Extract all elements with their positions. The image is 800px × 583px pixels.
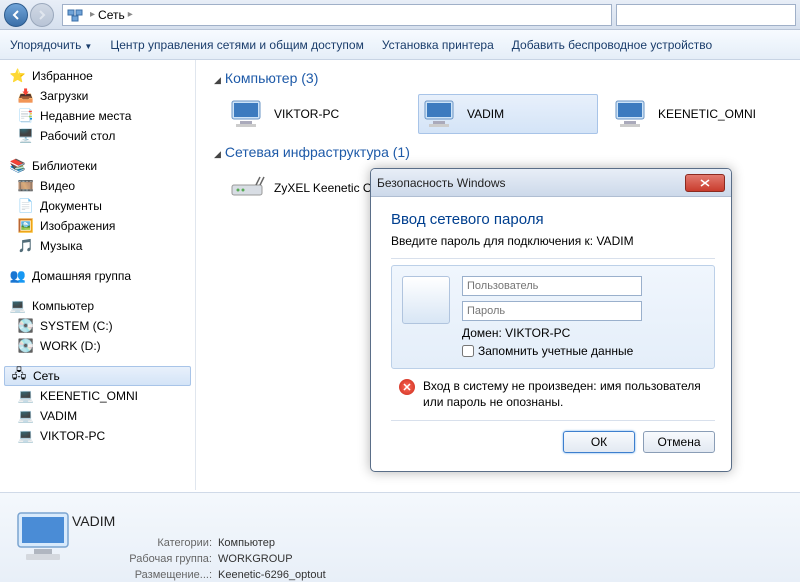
- pc-icon: 💻: [18, 408, 34, 424]
- recent-icon: 📑: [18, 108, 34, 124]
- computer-item[interactable]: KEENETIC_OMNI: [610, 94, 790, 134]
- credentials-dialog: Безопасность Windows Ввод сетевого парол…: [370, 168, 732, 472]
- details-label: Размещение...:: [102, 569, 212, 581]
- homegroup-icon: 👥: [10, 268, 26, 284]
- organize-menu[interactable]: Упорядочить▼: [10, 38, 92, 52]
- sidebar-drive-d[interactable]: 💽WORK (D:): [0, 336, 195, 356]
- user-avatar-icon: [402, 276, 450, 324]
- sidebar: ⭐Избранное 📥Загрузки 📑Недавние места 🖥️Р…: [0, 60, 196, 490]
- section-computers[interactable]: ◢Компьютер (3): [214, 70, 790, 86]
- details-value: WORKGROUP: [218, 553, 293, 565]
- error-icon: ✕: [399, 379, 415, 395]
- monitor-icon: [230, 99, 266, 129]
- dialog-titlebar[interactable]: Безопасность Windows: [371, 169, 731, 197]
- sidebar-documents[interactable]: 📄Документы: [0, 196, 195, 216]
- username-input[interactable]: [462, 276, 642, 296]
- library-icon: 📚: [10, 158, 26, 174]
- sidebar-pictures[interactable]: 🖼️Изображения: [0, 216, 195, 236]
- desktop-icon: 🖥️: [18, 128, 34, 144]
- toolbar: Упорядочить▼ Центр управления сетями и о…: [0, 30, 800, 60]
- search-input[interactable]: [616, 4, 796, 26]
- sidebar-homegroup[interactable]: 👥Домашняя группа: [0, 266, 195, 286]
- address-bar[interactable]: ▸ Сеть ▸: [62, 4, 612, 26]
- sidebar-video[interactable]: 🎞️Видео: [0, 176, 195, 196]
- breadcrumb-location[interactable]: Сеть: [98, 8, 125, 22]
- sidebar-music[interactable]: 🎵Музыка: [0, 236, 195, 256]
- sidebar-favorites[interactable]: ⭐Избранное: [0, 66, 195, 86]
- monitor-icon: [614, 99, 650, 129]
- details-title: VADIM: [72, 513, 326, 529]
- router-icon: [230, 173, 266, 203]
- network-icon: [67, 8, 83, 22]
- star-icon: ⭐: [10, 68, 26, 84]
- download-icon: 📥: [18, 88, 34, 104]
- dialog-heading: Ввод сетевого пароля: [391, 211, 715, 228]
- nav-bar: ▸ Сеть ▸: [0, 0, 800, 30]
- pc-icon: 💻: [18, 428, 34, 444]
- sidebar-drive-c[interactable]: 💽SYSTEM (C:): [0, 316, 195, 336]
- cancel-button[interactable]: Отмена: [643, 431, 715, 453]
- video-icon: 🎞️: [18, 178, 34, 194]
- breadcrumb-sep: ▸: [90, 9, 95, 20]
- section-infrastructure[interactable]: ◢Сетевая инфраструктура (1): [214, 144, 790, 160]
- sidebar-recent[interactable]: 📑Недавние места: [0, 106, 195, 126]
- breadcrumb-sep: ▸: [128, 9, 133, 20]
- details-pane: VADIM Категории: Компьютер Рабочая группа…: [0, 492, 800, 582]
- documents-icon: 📄: [18, 198, 34, 214]
- sidebar-desktop[interactable]: 🖥️Рабочий стол: [0, 126, 195, 146]
- computer-item-selected[interactable]: VADIM: [418, 94, 598, 134]
- music-icon: 🎵: [18, 238, 34, 254]
- network-icon: 🖧: [11, 368, 27, 384]
- sidebar-network[interactable]: 🖧Сеть: [4, 366, 191, 386]
- dialog-title: Безопасность Windows: [377, 176, 685, 190]
- forward-button: [30, 3, 54, 27]
- password-input[interactable]: [462, 301, 642, 321]
- sidebar-libraries[interactable]: 📚Библиотеки: [0, 156, 195, 176]
- drive-icon: 💽: [18, 318, 34, 334]
- dialog-subtitle: Введите пароль для подключения к: VADIM: [391, 234, 715, 248]
- close-button[interactable]: [685, 174, 725, 192]
- details-value: Компьютер: [218, 537, 275, 549]
- computer-item[interactable]: VIKTOR-PC: [226, 94, 406, 134]
- error-message: Вход в систему не произведен: имя пользо…: [423, 379, 711, 410]
- sidebar-net-vadim[interactable]: 💻VADIM: [0, 406, 195, 426]
- sidebar-net-viktor[interactable]: 💻VIKTOR-PC: [0, 426, 195, 446]
- close-icon: [700, 179, 710, 187]
- computer-icon: 💻: [10, 298, 26, 314]
- sidebar-downloads[interactable]: 📥Загрузки: [0, 86, 195, 106]
- pictures-icon: 🖼️: [18, 218, 34, 234]
- remember-checkbox[interactable]: Запомнить учетные данные: [462, 344, 704, 358]
- sidebar-net-keenetic[interactable]: 💻KEENETIC_OMNI: [0, 386, 195, 406]
- details-value: Keenetic-6296_optout: [218, 569, 326, 581]
- ok-button[interactable]: ОК: [563, 431, 635, 453]
- back-button[interactable]: [4, 3, 28, 27]
- network-center-button[interactable]: Центр управления сетями и общим доступом: [110, 38, 364, 52]
- monitor-icon: [423, 99, 459, 129]
- details-label: Рабочая группа:: [102, 553, 212, 565]
- install-printer-button[interactable]: Установка принтера: [382, 38, 494, 52]
- domain-label: Домен: VIKTOR-PC: [462, 326, 704, 340]
- details-label: Категории:: [102, 537, 212, 549]
- add-wireless-button[interactable]: Добавить беспроводное устройство: [512, 38, 712, 52]
- drive-icon: 💽: [18, 338, 34, 354]
- pc-icon: 💻: [18, 388, 34, 404]
- credentials-box: Домен: VIKTOR-PC Запомнить учетные данны…: [391, 265, 715, 369]
- sidebar-computer[interactable]: 💻Компьютер: [0, 296, 195, 316]
